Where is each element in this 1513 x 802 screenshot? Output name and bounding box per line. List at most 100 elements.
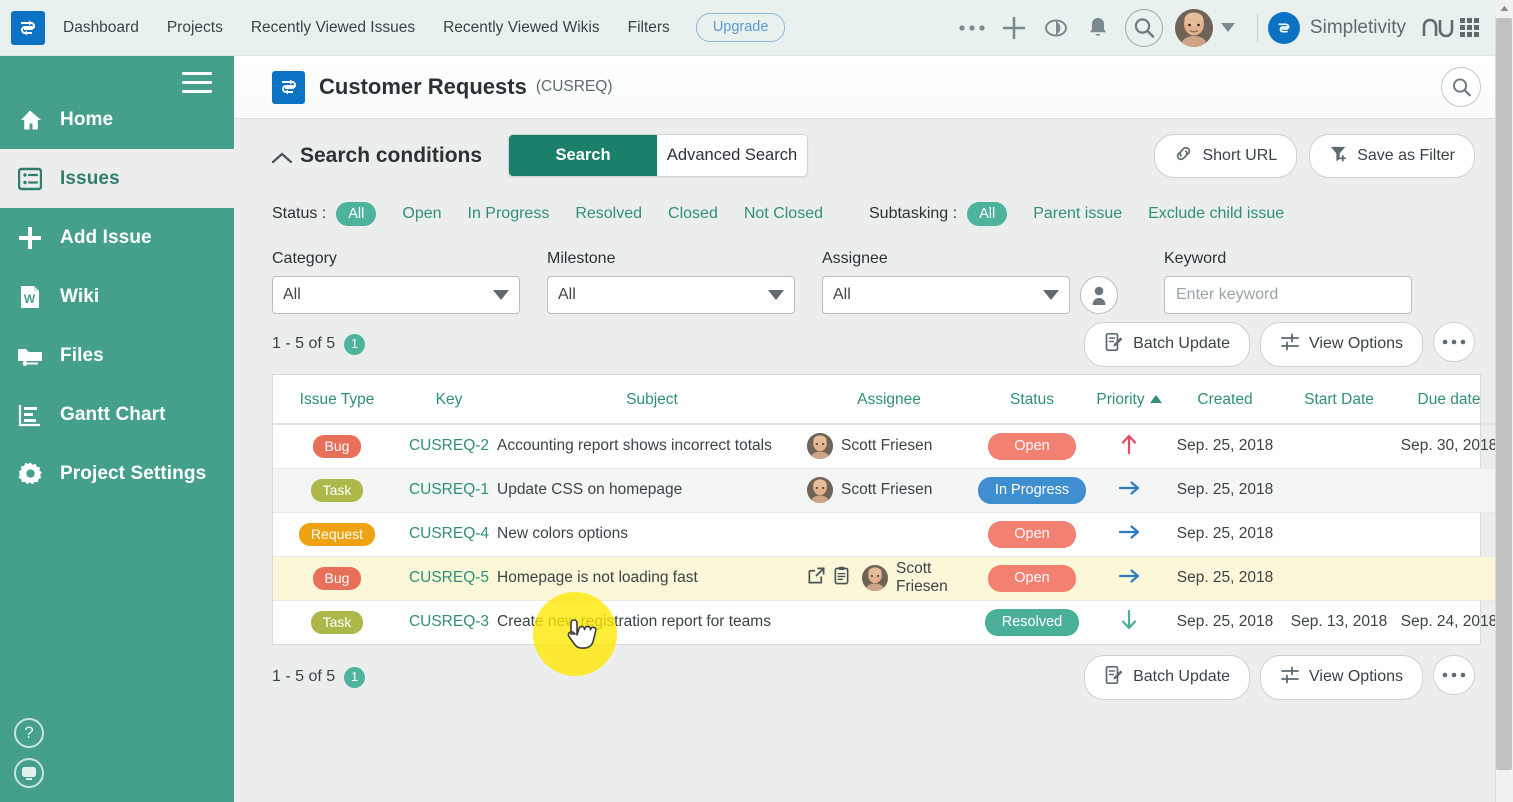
issue-subject[interactable]: Accounting report shows incorrect totals <box>497 437 772 454</box>
category-field: Category All <box>272 250 520 314</box>
subtasking-option-parent-issue[interactable]: Parent issue <box>1033 205 1122 223</box>
assignee-wrapper: Scott Friesen <box>807 433 971 459</box>
issue-type-badge: Bug <box>313 567 362 590</box>
bell-icon[interactable] <box>1077 7 1119 49</box>
edit-note-icon <box>1104 665 1124 690</box>
issue-key-link[interactable]: CUSREQ-4 <box>409 525 489 542</box>
scroll-up-arrow-icon[interactable] <box>1495 0 1513 16</box>
open-external-icon[interactable] <box>807 566 826 590</box>
cell-subject: Update CSS on homepage <box>497 468 807 512</box>
issue-subject[interactable]: New colors options <box>497 525 628 542</box>
sidebar-item-gantt-chart[interactable]: Gantt Chart <box>0 385 234 444</box>
short-url-button[interactable]: Short URL <box>1154 134 1297 178</box>
issue-subject[interactable]: Create new registration report for teams <box>497 613 771 630</box>
table-row[interactable]: Task CUSREQ-3 Create new registration re… <box>273 600 1505 644</box>
nulab-logo-icon[interactable] <box>1422 18 1479 38</box>
column-header-assignee[interactable]: Assignee <box>807 375 971 424</box>
user-avatar[interactable] <box>1175 9 1213 47</box>
nav-recently-viewed-wikis[interactable]: Recently Viewed Wikis <box>443 19 600 37</box>
cell-created: Sep. 25, 2018 <box>1165 424 1285 468</box>
status-option-resolved[interactable]: Resolved <box>575 205 642 223</box>
status-option-closed[interactable]: Closed <box>668 205 718 223</box>
status-filter-label: Status : <box>272 205 326 223</box>
project-search-button[interactable] <box>1441 67 1481 107</box>
page-badge-bottom[interactable]: 1 <box>344 667 365 688</box>
topbar-right-cluster: Simpletivity <box>951 7 1495 49</box>
chat-bot-icon[interactable] <box>14 758 44 788</box>
issue-key-link[interactable]: CUSREQ-5 <box>409 569 489 586</box>
column-header-created[interactable]: Created <box>1165 375 1285 424</box>
status-option-open[interactable]: Open <box>402 205 441 223</box>
view-options-button-bottom[interactable]: View Options <box>1260 655 1423 700</box>
apps-grid-icon[interactable] <box>1460 18 1479 37</box>
tab-advanced-search[interactable]: Advanced Search <box>657 135 807 176</box>
person-icon[interactable] <box>1080 276 1118 314</box>
batch-update-button-bottom[interactable]: Batch Update <box>1084 655 1250 700</box>
nav-dashboard[interactable]: Dashboard <box>63 19 139 37</box>
sidebar-item-issues[interactable]: Issues <box>0 149 234 208</box>
table-row[interactable]: Request CUSREQ-4 New colors options <box>273 512 1505 556</box>
column-header-status[interactable]: Status <box>971 375 1093 424</box>
sidebar-item-add-issue[interactable]: Add Issue <box>0 208 234 267</box>
table-row[interactable]: Task CUSREQ-1 Update CSS on homepage <box>273 468 1505 512</box>
issue-key-link[interactable]: CUSREQ-3 <box>409 613 489 630</box>
view-options-label: View Options <box>1309 335 1403 353</box>
plus-icon[interactable] <box>993 7 1035 49</box>
column-header-issue-type[interactable]: Issue Type <box>273 375 401 424</box>
issue-subject[interactable]: Update CSS on homepage <box>497 481 682 498</box>
more-horizontal-icon[interactable] <box>951 7 993 49</box>
tab-search[interactable]: Search <box>509 135 657 176</box>
assignee-select[interactable]: All <box>822 276 1070 314</box>
cell-assignee <box>807 512 971 556</box>
more-options-button-bottom[interactable] <box>1433 655 1475 695</box>
page-scrollbar-thumb[interactable] <box>1496 18 1512 770</box>
nav-filters[interactable]: Filters <box>628 19 670 37</box>
column-header-key[interactable]: Key <box>401 375 497 424</box>
simpletivity-logo-icon <box>1268 12 1300 44</box>
subtasking-option-exclude-child-issue[interactable]: Exclude child issue <box>1148 205 1284 223</box>
upgrade-button[interactable]: Upgrade <box>696 13 786 42</box>
help-circle-icon[interactable]: ? <box>14 718 44 748</box>
search-conditions-toggle[interactable]: Search conditions <box>272 144 482 168</box>
priority-high-arrow-icon <box>1119 442 1139 459</box>
subtasking-option-all[interactable]: All <box>967 202 1007 226</box>
clipboard-icon[interactable] <box>833 566 850 590</box>
organization-brand[interactable]: Simpletivity <box>1268 12 1406 44</box>
user-menu-chevron-down-icon[interactable] <box>1221 23 1235 32</box>
sidebar-item-label: Wiki <box>60 286 99 308</box>
eye-icon[interactable] <box>1035 7 1077 49</box>
page-scrollbar-track[interactable] <box>1495 0 1513 802</box>
save-as-filter-button[interactable]: Save as Filter <box>1309 134 1475 178</box>
batch-update-button[interactable]: Batch Update <box>1084 322 1250 367</box>
table-row[interactable]: Bug CUSREQ-2 Accounting report shows inc… <box>273 424 1505 468</box>
column-header-priority[interactable]: Priority <box>1093 375 1165 424</box>
issue-key-link[interactable]: CUSREQ-1 <box>409 481 489 498</box>
column-header-subject[interactable]: Subject <box>497 375 807 424</box>
keyword-label: Keyword <box>1164 250 1412 268</box>
sidebar-item-wiki[interactable]: W Wiki <box>0 267 234 326</box>
nav-recently-viewed-issues[interactable]: Recently Viewed Issues <box>251 19 415 37</box>
priority-normal-arrow-icon <box>1117 573 1141 590</box>
keyword-input[interactable] <box>1164 276 1412 314</box>
milestone-select[interactable]: All <box>547 276 795 314</box>
sidebar-item-files[interactable]: Files <box>0 326 234 385</box>
sidebar-item-project-settings[interactable]: Project Settings <box>0 444 234 503</box>
category-select[interactable]: All <box>272 276 520 314</box>
view-options-button[interactable]: View Options <box>1260 322 1423 367</box>
page-badge[interactable]: 1 <box>344 334 365 355</box>
column-header-start-date[interactable]: Start Date <box>1285 375 1393 424</box>
hamburger-icon[interactable] <box>182 72 212 99</box>
more-options-button[interactable] <box>1433 322 1475 362</box>
column-header-due-date[interactable]: Due date <box>1393 375 1505 424</box>
status-option-not-closed[interactable]: Not Closed <box>744 205 823 223</box>
issue-subject[interactable]: Homepage is not loading fast <box>497 569 698 586</box>
cell-status: Resolved <box>971 600 1093 644</box>
global-search-button[interactable] <box>1125 9 1163 47</box>
status-option-in-progress[interactable]: In Progress <box>468 205 550 223</box>
cell-start-date <box>1285 512 1393 556</box>
nav-projects[interactable]: Projects <box>167 19 223 37</box>
backlog-logo-icon[interactable] <box>11 11 45 45</box>
issue-key-link[interactable]: CUSREQ-2 <box>409 437 489 454</box>
table-row[interactable]: Bug CUSREQ-5 Homepage is not loading fas… <box>273 556 1505 600</box>
status-option-all[interactable]: All <box>336 202 376 226</box>
